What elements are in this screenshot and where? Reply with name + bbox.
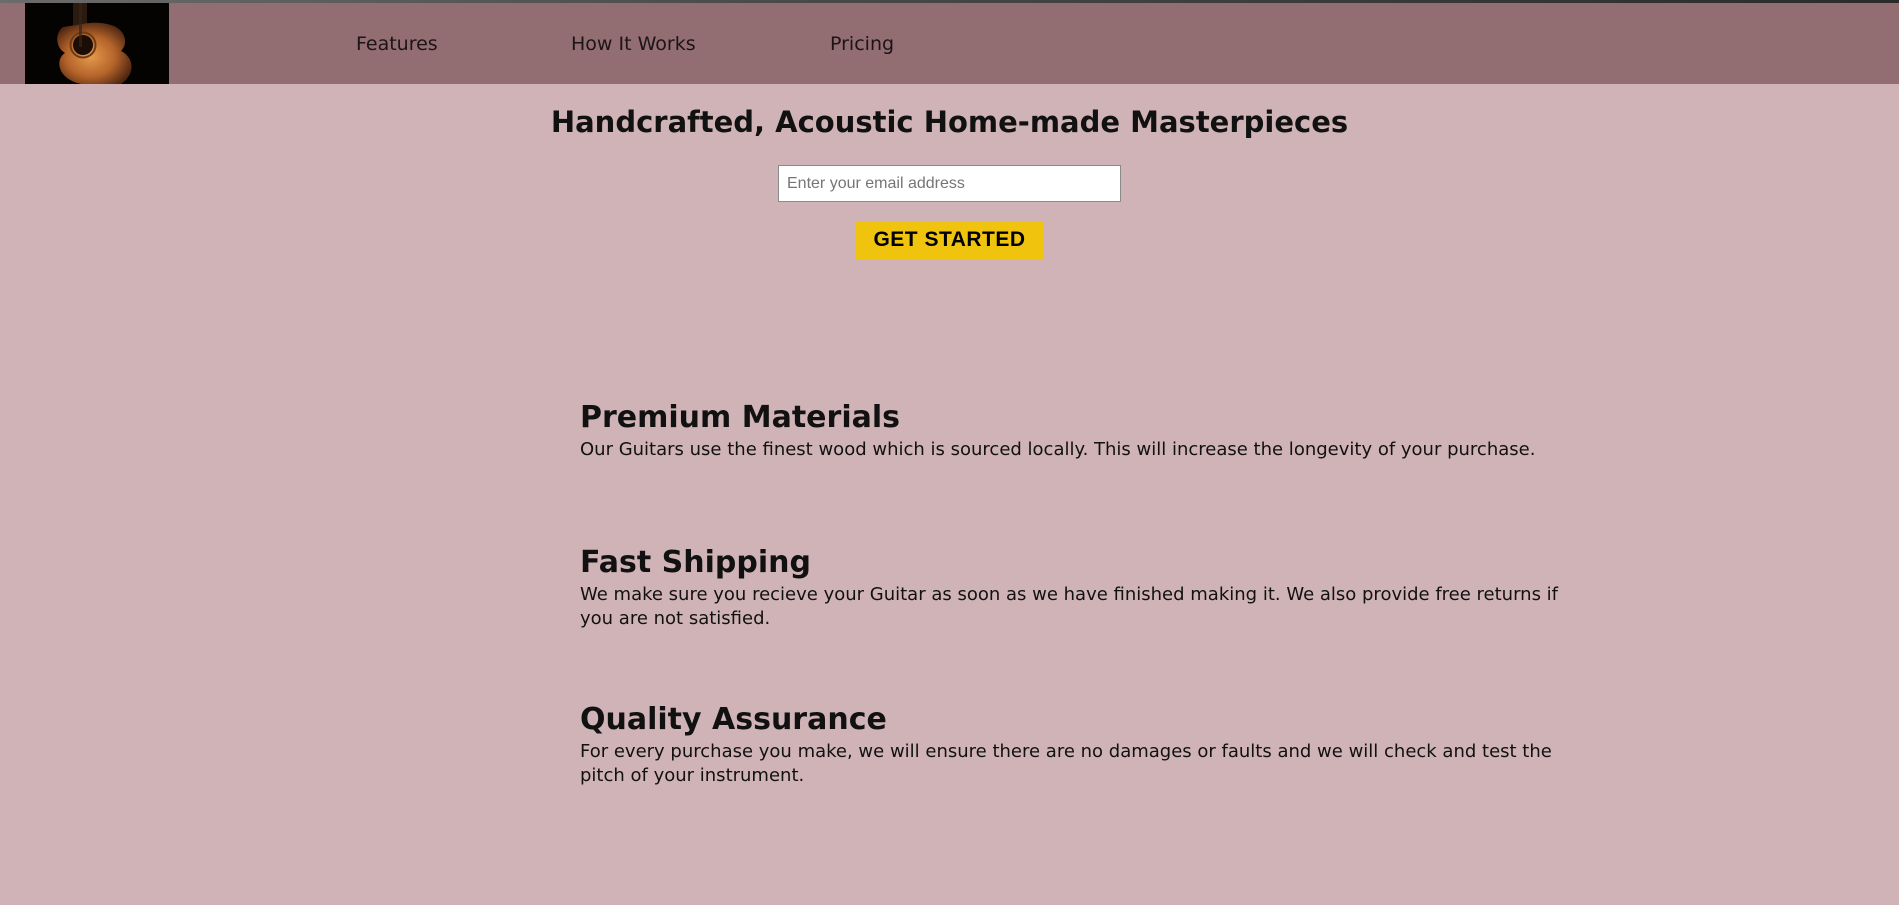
email-input[interactable] bbox=[778, 165, 1121, 202]
feature-title: Premium Materials bbox=[580, 400, 900, 435]
guitar-logo-icon[interactable] bbox=[25, 3, 169, 84]
feature-description: We make sure you recieve your Guitar as … bbox=[580, 584, 1559, 629]
navbar: Features How It Works Pricing bbox=[0, 3, 1899, 84]
feature-description: For every purchase you make, we will ens… bbox=[580, 741, 1552, 786]
feature-description: Our Guitars use the finest wood which is… bbox=[580, 439, 1536, 460]
feature-title: Fast Shipping bbox=[580, 545, 811, 580]
feature-quality-assurance: Quality Assurance For every purchase you… bbox=[580, 702, 1580, 788]
feature-fast-shipping: Fast Shipping We make sure you recieve y… bbox=[580, 545, 1580, 631]
nav-link-how-it-works[interactable]: How It Works bbox=[571, 33, 696, 55]
hero-title: Handcrafted, Acoustic Home-made Masterpi… bbox=[550, 105, 1349, 139]
get-started-button[interactable]: GET STARTED bbox=[856, 221, 1043, 259]
nav-link-pricing[interactable]: Pricing bbox=[830, 33, 894, 55]
nav-link-features[interactable]: Features bbox=[356, 33, 438, 55]
feature-title: Quality Assurance bbox=[580, 702, 887, 737]
feature-premium-materials: Premium Materials Our Guitars use the fi… bbox=[580, 400, 1580, 462]
